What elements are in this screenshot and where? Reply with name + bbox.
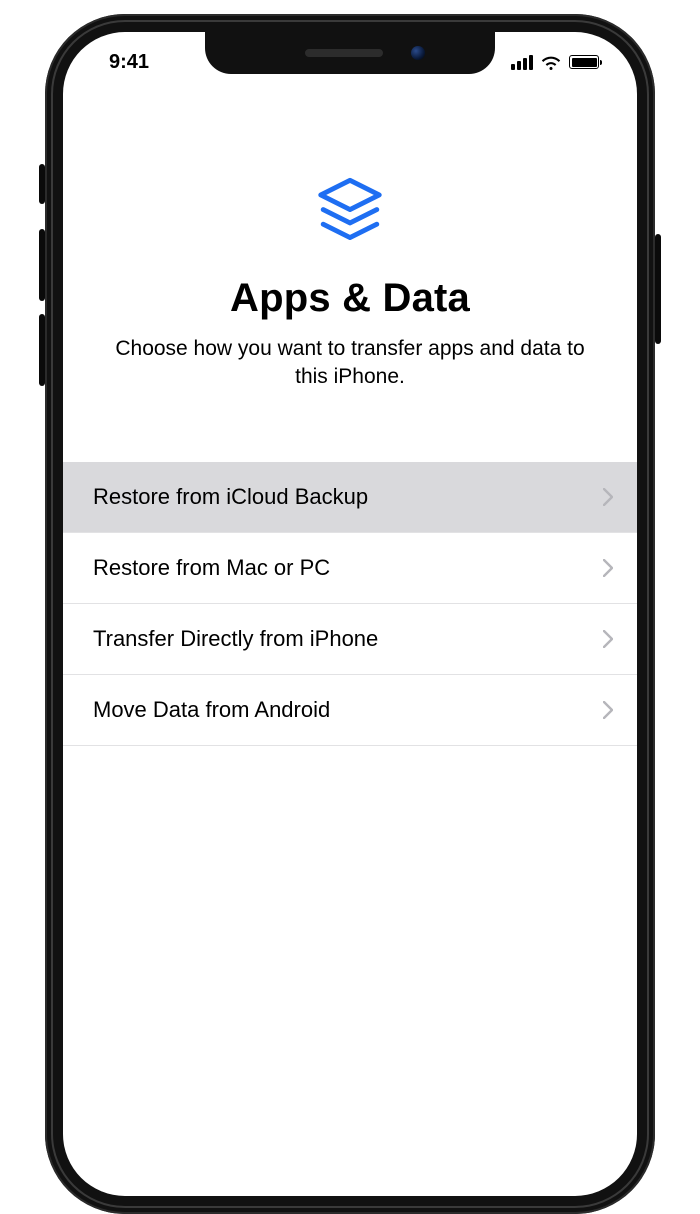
phone-screen: 9:41 Apps & Data	[63, 32, 637, 1196]
chevron-right-icon	[603, 488, 613, 506]
page-subtitle: Choose how you want to transfer apps and…	[63, 335, 637, 392]
mute-switch	[39, 164, 45, 204]
volume-up-button	[39, 229, 45, 301]
battery-icon	[569, 55, 599, 69]
option-restore-mac-pc[interactable]: Restore from Mac or PC	[63, 533, 637, 604]
speaker	[305, 49, 383, 57]
power-button	[655, 234, 661, 344]
options-list: Restore from iCloud Backup Restore from …	[63, 462, 637, 746]
chevron-right-icon	[603, 630, 613, 648]
chevron-right-icon	[603, 701, 613, 719]
option-transfer-iphone[interactable]: Transfer Directly from iPhone	[63, 604, 637, 675]
stack-icon	[310, 172, 390, 252]
chevron-right-icon	[603, 559, 613, 577]
volume-down-button	[39, 314, 45, 386]
status-time: 9:41	[109, 51, 149, 74]
option-label: Restore from iCloud Backup	[93, 484, 368, 510]
phone-frame: 9:41 Apps & Data	[45, 14, 655, 1214]
notch	[205, 32, 495, 74]
page-title: Apps & Data	[63, 276, 637, 321]
option-move-android[interactable]: Move Data from Android	[63, 675, 637, 746]
option-label: Move Data from Android	[93, 697, 330, 723]
status-icons	[511, 54, 599, 70]
option-label: Transfer Directly from iPhone	[93, 626, 378, 652]
front-camera	[411, 46, 425, 60]
option-restore-icloud[interactable]: Restore from iCloud Backup	[63, 462, 637, 533]
wifi-icon	[540, 54, 562, 70]
option-label: Restore from Mac or PC	[93, 555, 330, 581]
setup-content: Apps & Data Choose how you want to trans…	[63, 32, 637, 746]
cellular-icon	[511, 55, 533, 70]
